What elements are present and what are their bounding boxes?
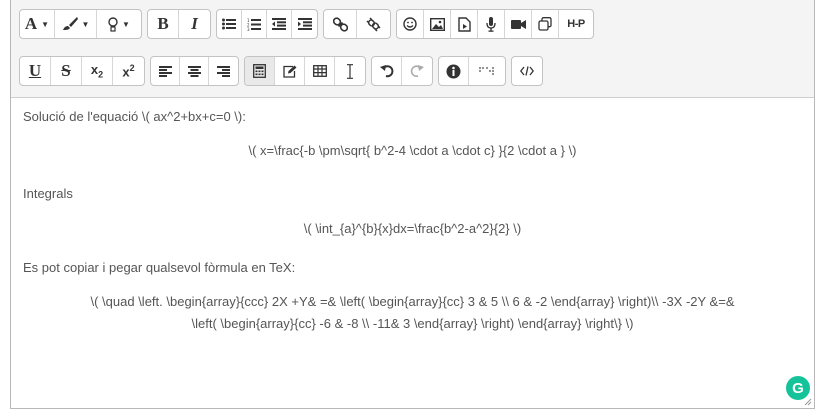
formula-integral: \( \int_{a}^{b}{x}dx=\frac{b^2-a^2}{2} \… — [303, 221, 522, 236]
emoticon-button[interactable] — [397, 10, 424, 38]
image-icon — [429, 17, 445, 31]
redo-button[interactable] — [402, 57, 432, 85]
unlink-button[interactable] — [357, 10, 390, 38]
copy-files-icon — [538, 17, 552, 31]
align-left-button[interactable] — [151, 57, 180, 85]
subscript-button[interactable]: x2 — [82, 57, 113, 85]
svg-text:3: 3 — [247, 27, 250, 31]
link-icon — [332, 16, 348, 32]
redo-icon — [410, 65, 424, 78]
editor-toolbar: A ▼ ▼ ▼ B I 123 H-P U S x2 x2 — [11, 0, 814, 98]
align-center-button[interactable] — [180, 57, 209, 85]
manage-files-button[interactable] — [532, 10, 559, 38]
text-cursor-icon — [347, 63, 353, 79]
align-group — [150, 56, 239, 86]
lightbulb-icon — [108, 16, 118, 32]
paintbrush-icon — [62, 17, 78, 30]
numbered-list-icon: 123 — [247, 18, 261, 31]
toolbar-row-2: U S x2 x2 — [19, 56, 548, 86]
formula-quadratic: \( x=\frac{-b \pm\sqrt{ b^2-4 \cdot a \c… — [248, 143, 577, 158]
braille-icon — [478, 66, 495, 76]
strikethrough-label: S — [61, 61, 71, 80]
style-group: A ▼ ▼ ▼ — [19, 9, 142, 39]
list-group: 123 — [216, 9, 318, 39]
equation-editor-button[interactable] — [245, 57, 275, 85]
screenreader-helper-button[interactable] — [469, 57, 505, 85]
align-left-icon — [158, 65, 172, 77]
accessibility-checker-button[interactable] — [439, 57, 469, 85]
unordered-list-button[interactable] — [217, 10, 242, 38]
undo-button[interactable] — [372, 57, 402, 85]
microphone-icon — [486, 16, 496, 32]
image-button[interactable] — [424, 10, 451, 38]
indent-icon — [297, 18, 312, 30]
superscript-index: 2 — [129, 62, 135, 73]
table-icon — [312, 65, 327, 77]
font-style-button[interactable]: A ▼ — [20, 10, 55, 38]
outdent-icon — [272, 18, 286, 30]
video-camera-icon — [510, 19, 526, 29]
paragraph-equation-intro: Solució de l'equació \( ax^2+bx+c=0 \): — [23, 109, 246, 124]
paragraph-tex-note: Es pot copiar i pegar qualsevol fòrmula … — [23, 260, 296, 275]
align-right-button[interactable] — [209, 57, 238, 85]
editor-content-area[interactable]: Solució de l'equació \( ax^2+bx+c=0 \): … — [11, 98, 814, 408]
accessibility-group — [438, 56, 506, 86]
italic-button[interactable]: I — [179, 10, 210, 38]
text-decoration-group: U S x2 x2 — [19, 56, 145, 86]
edit-button[interactable] — [275, 57, 305, 85]
align-right-icon — [217, 65, 230, 77]
superscript-button[interactable]: x2 — [113, 57, 144, 85]
bold-label: B — [157, 14, 169, 33]
formula-array-line-1: \( \quad \left. \begin{array}{ccc} 2X +Y… — [90, 294, 735, 309]
paragraph-integrals: Integrals — [23, 186, 73, 201]
html-source-button[interactable] — [512, 57, 542, 85]
tools-group — [244, 56, 366, 86]
bullet-list-icon — [222, 18, 236, 30]
record-video-button[interactable] — [505, 10, 532, 38]
caret-down-icon: ▼ — [81, 19, 90, 29]
link-group — [323, 9, 391, 39]
format-group: B I — [147, 9, 211, 39]
underline-label: U — [28, 61, 42, 80]
resize-handle-icon[interactable] — [802, 396, 812, 406]
italic-label: I — [191, 14, 198, 33]
unlink-icon — [366, 16, 381, 32]
info-circle-icon — [446, 64, 461, 78]
strikethrough-button[interactable]: S — [51, 57, 82, 85]
formula-array-line-2: \left( \begin{array}{cc} -6 & -8 \\ -11&… — [191, 316, 634, 331]
clear-formatting-button[interactable] — [335, 57, 365, 85]
outdent-button[interactable] — [267, 10, 292, 38]
toolbar-row-1: A ▼ ▼ ▼ B I 123 H-P — [19, 9, 599, 39]
source-group — [511, 56, 543, 86]
smiley-icon — [403, 17, 417, 31]
text-color-button[interactable]: ▼ — [55, 10, 97, 38]
document-media-icon — [457, 16, 471, 32]
caret-down-icon: ▼ — [122, 19, 130, 29]
font-style-label: A — [24, 14, 38, 33]
rich-text-editor: A ▼ ▼ ▼ B I 123 H-P U S x2 x2 Solució de… — [10, 0, 815, 409]
ordered-list-button[interactable]: 123 — [242, 10, 267, 38]
superscript-base: x — [122, 64, 130, 80]
history-group — [371, 56, 433, 86]
indent-button[interactable] — [292, 10, 317, 38]
background-color-button[interactable]: ▼ — [97, 10, 141, 38]
undo-icon — [379, 65, 393, 78]
align-center-icon — [187, 65, 201, 77]
bold-button[interactable]: B — [148, 10, 179, 38]
link-button[interactable] — [324, 10, 357, 38]
h5p-icon: H-P — [567, 18, 585, 30]
record-audio-button[interactable] — [478, 10, 505, 38]
calculator-icon — [253, 64, 266, 78]
caret-down-icon: ▼ — [41, 19, 50, 29]
h5p-button[interactable]: H-P — [559, 10, 593, 38]
media-button[interactable] — [451, 10, 478, 38]
underline-button[interactable]: U — [20, 57, 51, 85]
table-button[interactable] — [305, 57, 335, 85]
insert-group: H-P — [396, 9, 594, 39]
code-icon — [520, 66, 534, 76]
subscript-index: 2 — [98, 69, 104, 80]
pencil-square-icon — [282, 65, 296, 78]
